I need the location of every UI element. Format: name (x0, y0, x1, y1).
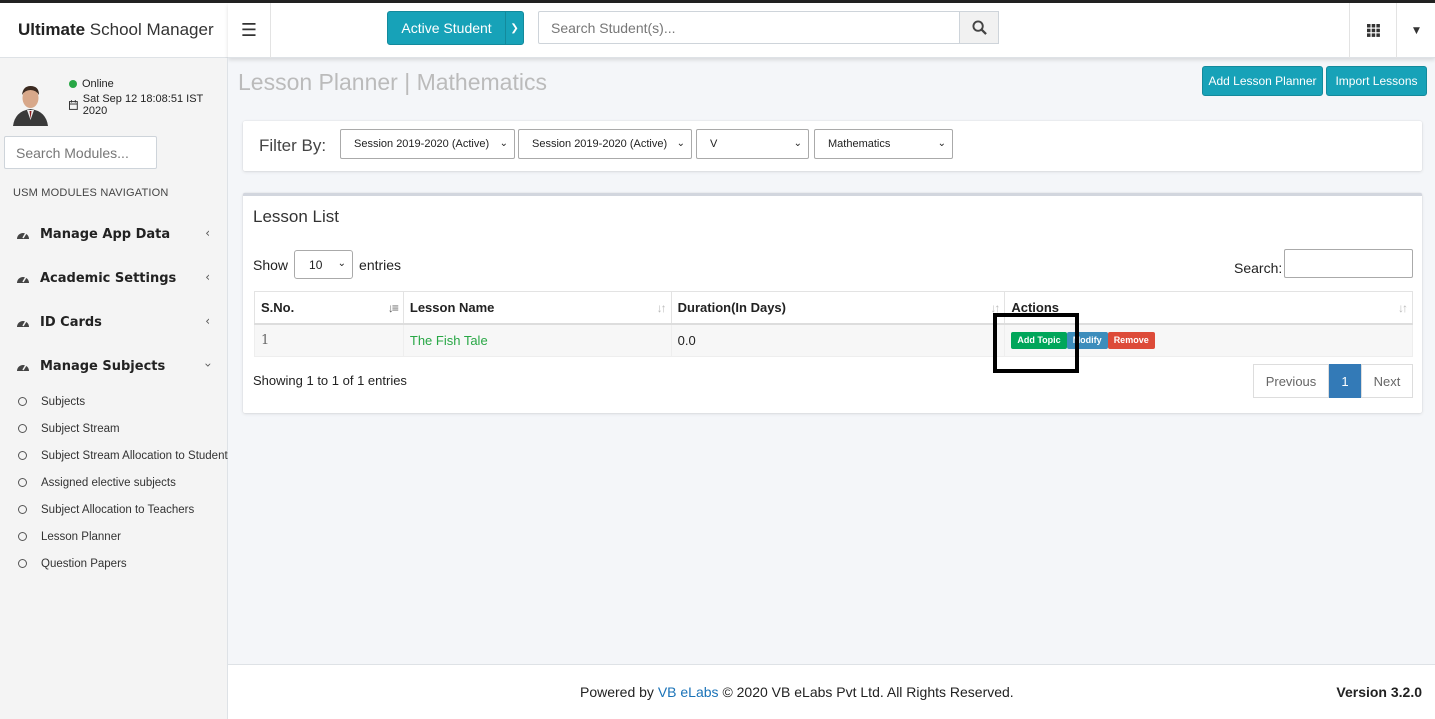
dashboard-icon (16, 360, 32, 372)
current-datetime: Sat Sep 12 18:08:51 IST 2020 (69, 93, 227, 117)
search-button[interactable] (959, 11, 999, 44)
chevron-down-icon: ⌄ (793, 138, 802, 149)
next-page-button[interactable]: Next (1361, 364, 1413, 398)
chevron-left-icon: ‹ (205, 226, 210, 240)
entries-length-control: Show 10 ⌄ entries (253, 250, 401, 279)
sidebar-item-id-cards[interactable]: ID Cards ‹ (0, 300, 228, 344)
column-header-lesson-name[interactable]: Lesson Name ↓↑ (402, 291, 672, 325)
chevron-down-icon: ⌄ (337, 258, 347, 269)
version-label: Version 3.2.0 (1336, 684, 1422, 700)
pagination: Previous 1 Next (1253, 364, 1413, 398)
highlight-box (993, 313, 1079, 373)
sidebar-subitem-question-papers[interactable]: Question Papers (18, 550, 228, 577)
subject-select[interactable]: Mathematics ⌄ (814, 129, 953, 159)
filter-card: Filter By: Session 2019-2020 (Active) ⌄ S… (243, 121, 1422, 171)
import-lessons-button[interactable]: Import Lessons (1326, 66, 1427, 96)
active-student-label: Active Student (401, 20, 492, 36)
chevron-down-icon: ⌄ (937, 138, 946, 149)
avatar[interactable] (9, 80, 52, 126)
session-select-2[interactable]: Session 2019-2020 (Active) ⌄ (518, 129, 692, 159)
add-lesson-planner-button[interactable]: Add Lesson Planner (1202, 66, 1323, 96)
circle-icon (18, 559, 27, 568)
sidebar-subitem-teacher-allocation[interactable]: Subject Allocation to Teachers (18, 496, 228, 523)
cell-sno: 1 (254, 323, 404, 357)
online-status: Online (69, 78, 114, 90)
filter-label: Filter By: (259, 136, 327, 155)
chevron-down-icon[interactable]: ❯ (505, 12, 523, 44)
footer-credits: Powered by VB eLabs © 2020 VB eLabs Pvt … (580, 684, 1014, 700)
brand-logo: Ultimate School Manager (18, 20, 214, 39)
sidebar-subitem-lesson-planner[interactable]: Lesson Planner (18, 523, 228, 550)
calendar-icon (69, 100, 78, 110)
lesson-table: S.No. ↓≡ Lesson Name ↓↑ Duration(In Days) ↓… (254, 291, 1413, 357)
sidebar-subitem-elective-subjects[interactable]: Assigned elective subjects (18, 469, 228, 496)
dashboard-icon (16, 272, 32, 284)
top-navbar: ☰ Active Student ❯ Search Student(s)... … (228, 3, 1435, 58)
chevron-down-icon: ⌄ (499, 138, 508, 149)
chevron-left-icon: ‹ (205, 314, 210, 328)
lesson-name-link[interactable]: The Fish Tale (402, 323, 672, 357)
dashboard-icon (16, 316, 32, 328)
table-info: Showing 1 to 1 of 1 entries (253, 373, 407, 388)
chevron-down-icon: ‹ (200, 362, 215, 368)
dashboard-icon (16, 228, 32, 240)
table-search-input[interactable] (1284, 249, 1413, 278)
user-menu-caret-icon[interactable]: ▼ (1398, 3, 1435, 58)
active-student-dropdown[interactable]: Active Student ❯ (387, 11, 524, 45)
sidebar-item-manage-subjects[interactable]: Manage Subjects ‹ (0, 344, 228, 388)
circle-icon (18, 532, 27, 541)
column-header-sno[interactable]: S.No. ↓≡ (254, 291, 404, 325)
sidebar-item-academic-settings[interactable]: Academic Settings ‹ (0, 256, 228, 300)
table-row: 1 The Fish Tale 0.0 Add Topic Modify Remov… (254, 323, 1413, 357)
sort-asc-icon: ↓≡ (387, 301, 399, 315)
lesson-list-title: Lesson List (253, 207, 339, 226)
sort-icon: ↓↑ (656, 301, 667, 315)
column-header-duration[interactable]: Duration(In Days) ↓↑ (670, 291, 1006, 325)
search-icon (971, 20, 987, 35)
circle-icon (18, 397, 27, 406)
table-search-label: Search: (1234, 260, 1283, 276)
page-1-button[interactable]: 1 (1329, 364, 1361, 398)
online-dot-icon (69, 80, 77, 88)
session-select-1[interactable]: Session 2019-2020 (Active) ⌄ (340, 129, 515, 159)
page-title: Lesson Planner | Mathematics (238, 69, 547, 95)
chevron-left-icon: ‹ (205, 270, 210, 284)
sidebar: Online Sat Sep 12 18:08:51 IST 2020 Sear… (0, 58, 228, 719)
nav-header: USM MODULES NAVIGATION (13, 187, 169, 199)
sidebar-subitem-stream-allocation[interactable]: Subject Stream Allocation to Students (18, 442, 228, 469)
brand-area[interactable]: Ultimate School Manager (0, 3, 228, 58)
chevron-down-icon: ⌄ (676, 138, 685, 149)
grid-icon (1366, 24, 1380, 37)
remove-button[interactable]: Remove (1107, 331, 1155, 349)
cell-duration: 0.0 (670, 323, 1006, 357)
class-select[interactable]: V ⌄ (696, 129, 809, 159)
sort-icon: ↓↑ (1398, 301, 1408, 315)
footer: Powered by VB eLabs © 2020 VB eLabs Pvt … (228, 664, 1435, 719)
company-link[interactable]: VB eLabs (658, 684, 719, 700)
entries-per-page-select[interactable]: 10 ⌄ (294, 250, 354, 279)
student-search-input[interactable]: Search Student(s)... (538, 11, 960, 44)
sidebar-subitem-subjects[interactable]: Subjects (18, 388, 228, 415)
lesson-list-card: Lesson List Show 10 ⌄ entries Search: S.N… (243, 193, 1422, 413)
circle-icon (18, 451, 27, 460)
sidebar-item-manage-app-data[interactable]: Manage App Data ‹ (0, 212, 228, 256)
module-search-input[interactable]: Search Modules... (4, 136, 157, 169)
previous-page-button[interactable]: Previous (1253, 364, 1329, 398)
sidebar-subitem-subject-stream[interactable]: Subject Stream (18, 415, 228, 442)
circle-icon (18, 478, 27, 487)
hamburger-menu-icon[interactable]: ☰ (228, 3, 271, 58)
table-header-row: S.No. ↓≡ Lesson Name ↓↑ Duration(In Days) ↓… (254, 291, 1413, 325)
apps-grid-button[interactable] (1349, 3, 1397, 58)
circle-icon (18, 424, 27, 433)
circle-icon (18, 505, 27, 514)
